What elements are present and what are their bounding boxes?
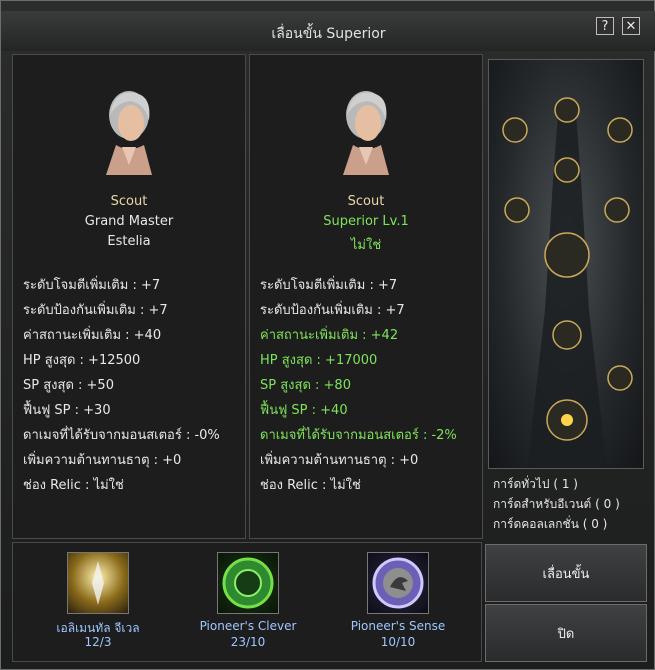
stat-defense-level: ระดับป้องกันเพิ่มเติม : +7 [260, 303, 405, 318]
character-portrait [106, 91, 152, 175]
current-rank: Grand Master [84, 214, 174, 229]
event-card-count: การ์ดสำหรับอีเวนต์ ( 0 ) [493, 497, 620, 511]
jewel-icon [92, 561, 104, 605]
stat-bonus-stats: ค่าสถานะเพิ่มเติม : +42 [260, 328, 399, 343]
promotion-window: เลื่อนขั้น Superior ? ✕ Scout Grand Mast… [0, 0, 655, 670]
stat-monster-damage: ดาเมจที่ได้รับจากมอนสเตอร์ : -0% [23, 428, 220, 443]
material-count: 10/10 [380, 635, 416, 649]
current-class-name: Scout [110, 194, 148, 209]
green-medallion-icon [222, 557, 274, 609]
stat-bonus-stats: ค่าสถานะเพิ่มเติม : +40 [23, 328, 162, 343]
promote-button[interactable]: เลื่อนขั้น [485, 544, 647, 602]
material-count: 12/3 [84, 635, 112, 649]
stat-attack-level: ระดับโจมตีเพิ่มเติม : +7 [23, 278, 161, 293]
superior-class-name: Scout [347, 194, 385, 209]
character-name: Estelia [107, 234, 151, 249]
superior-name: ไม่ใช่ [350, 238, 382, 253]
stat-sp-regen: ฟื้นฟู SP : +40 [260, 403, 348, 418]
material-count: 23/10 [230, 635, 266, 649]
close-icon[interactable]: ✕ [622, 17, 640, 35]
stat-sp-regen: ฟื้นฟู SP : +30 [23, 403, 111, 418]
stat-relic-slot: ช่อง Relic : ไม่ใช่ [260, 478, 361, 493]
stat-max-sp: SP สูงสุด : +80 [260, 378, 351, 393]
elemental-jewel-icon[interactable] [67, 552, 129, 614]
stat-max-hp: HP สูงสุด : +12500 [23, 353, 141, 368]
stat-elemental-resist: เพิ่มความต้านทานธาตุ : +0 [23, 453, 182, 468]
close-button[interactable]: ปิด [485, 604, 647, 662]
pioneer-sense-icon[interactable] [367, 552, 429, 614]
superior-class-panel: Scout Superior Lv.1 ไม่ใช่ ระดับโจมตีเพิ… [249, 54, 483, 539]
material-label: Pioneer's Sense [350, 619, 446, 633]
window-title: เลื่อนขั้น Superior [271, 26, 386, 42]
eagle-medallion-icon [372, 557, 424, 609]
help-button[interactable]: ? [596, 17, 614, 35]
stat-elemental-resist: เพิ่มความต้านทานธาตุ : +0 [260, 453, 419, 468]
stat-attack-level: ระดับโจมตีเพิ่มเติม : +7 [260, 278, 398, 293]
material-label: Pioneer's Clever [199, 619, 297, 633]
stat-defense-level: ระดับป้องกันเพิ่มเติม : +7 [23, 303, 168, 318]
collection-card-count: การ์ดคอลเลกชั่น ( 0 ) [493, 517, 608, 531]
general-card-count: การ์ดทั่วไป ( 1 ) [493, 477, 578, 491]
stat-relic-slot: ช่อง Relic : ไม่ใช่ [23, 478, 124, 493]
tower-illustration [502, 97, 633, 468]
stat-max-sp: SP สูงสุด : +50 [23, 378, 114, 393]
card-constellation-art [488, 59, 644, 469]
character-portrait [343, 91, 389, 175]
stat-monster-damage: ดาเมจที่ได้รับจากมอนสเตอร์ : -2% [260, 428, 457, 443]
pioneer-clever-icon[interactable] [217, 552, 279, 614]
stat-max-hp: HP สูงสุด : +17000 [260, 353, 378, 368]
current-class-panel: Scout Grand Master Estelia ระดับโจมตีเพิ… [12, 54, 246, 539]
superior-rank: Superior Lv.1 [323, 214, 409, 229]
